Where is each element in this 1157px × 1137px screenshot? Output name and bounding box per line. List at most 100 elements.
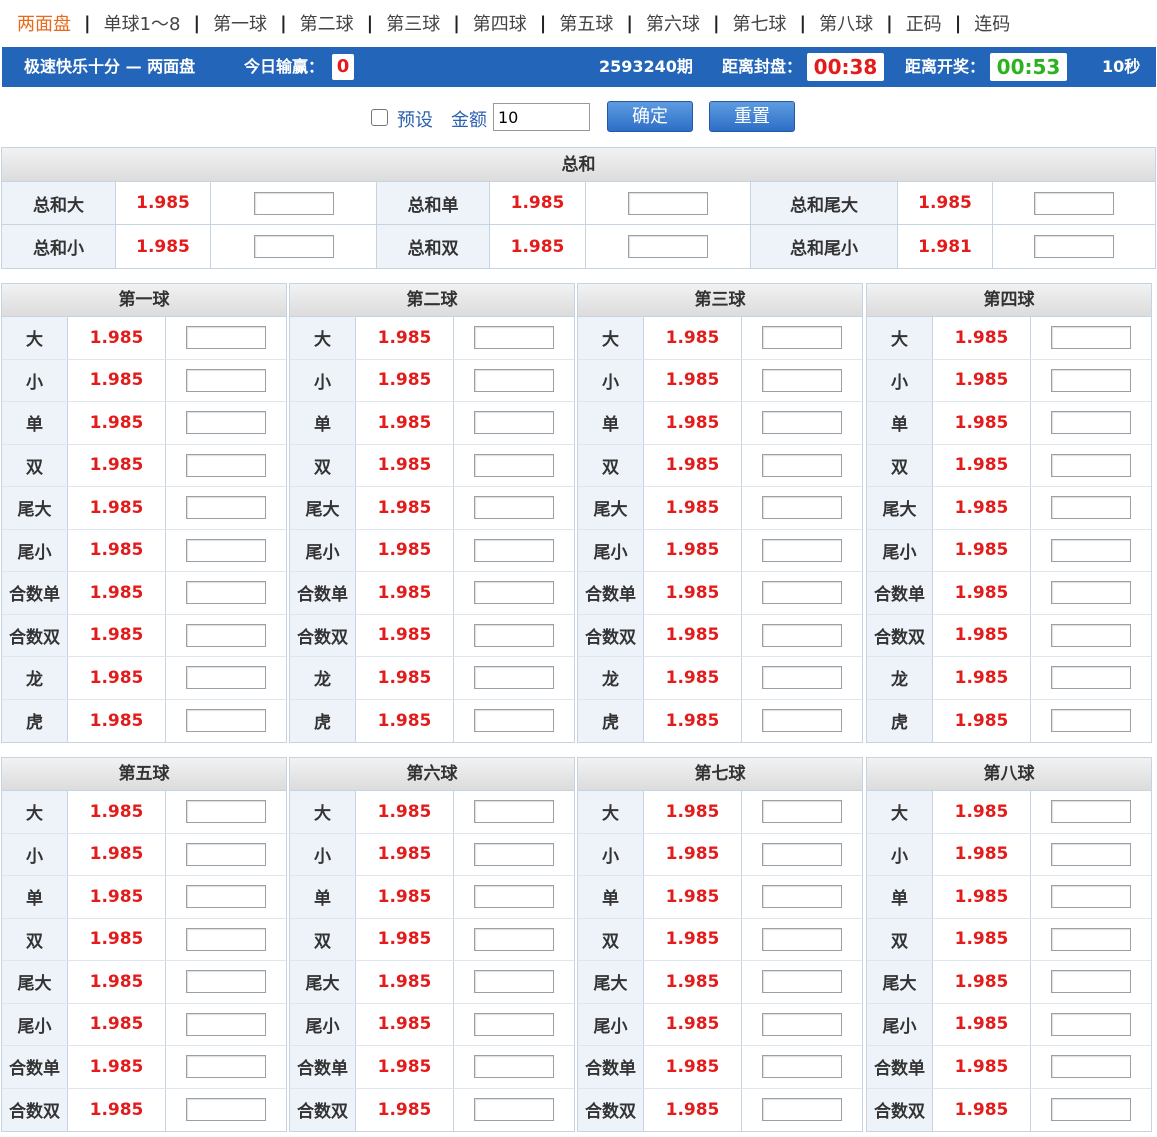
nav-tab[interactable]: 第七球 <box>733 10 787 36</box>
bet-amount-input[interactable] <box>1051 1098 1131 1122</box>
bet-amount-input[interactable] <box>186 1098 266 1122</box>
bet-amount-input[interactable] <box>762 1012 842 1036</box>
bet-amount-input[interactable] <box>186 368 266 392</box>
nav-tab[interactable]: 连码 <box>974 10 1010 36</box>
bet-amount-input[interactable] <box>1051 927 1131 951</box>
bet-amount-input[interactable] <box>1051 885 1131 909</box>
bet-amount-input[interactable] <box>762 666 842 690</box>
bet-amount-input[interactable] <box>762 970 842 994</box>
bet-amount-input[interactable] <box>474 411 554 435</box>
bet-amount-input[interactable] <box>1051 842 1131 866</box>
total-row: 总和大 1.985 总和单 1.985 总和尾大 1.985 <box>2 182 1155 225</box>
bet-amount-input[interactable] <box>762 496 842 520</box>
bet-label: 单 <box>2 402 68 444</box>
bet-label: 小 <box>290 833 356 875</box>
bet-amount-input[interactable] <box>186 970 266 994</box>
nav-tab[interactable]: 第六球 <box>646 10 700 36</box>
bet-amount-input[interactable] <box>474 496 554 520</box>
bet-amount-input[interactable] <box>186 496 266 520</box>
bet-amount-input[interactable] <box>474 1055 554 1079</box>
bet-amount-input[interactable] <box>186 623 266 647</box>
bet-amount-input[interactable] <box>1051 666 1131 690</box>
bet-amount-input[interactable] <box>628 235 708 258</box>
nav-tab[interactable]: 正码 <box>906 10 942 36</box>
bet-amount-input[interactable] <box>1051 1055 1131 1079</box>
bet-amount-input[interactable] <box>1051 368 1131 392</box>
bet-amount-input[interactable] <box>186 842 266 866</box>
refresh-timer[interactable]: 10秒 <box>1102 47 1140 87</box>
nav-tab[interactable]: 第三球 <box>386 10 440 36</box>
bet-amount-input[interactable] <box>1051 538 1131 562</box>
nav-tab[interactable]: 单球1～8 <box>104 10 181 36</box>
bet-amount-input[interactable] <box>186 927 266 951</box>
bet-amount-input[interactable] <box>1051 411 1131 435</box>
confirm-button[interactable]: 确定 <box>607 101 693 132</box>
bet-amount-input[interactable] <box>762 800 842 824</box>
bet-amount-input[interactable] <box>762 581 842 605</box>
bet-amount-input[interactable] <box>1051 800 1131 824</box>
bet-amount-input[interactable] <box>186 453 266 477</box>
bet-amount-input[interactable] <box>1051 623 1131 647</box>
bet-amount-input[interactable] <box>762 411 842 435</box>
bet-amount-input[interactable] <box>1034 235 1114 258</box>
bet-amount-input[interactable] <box>186 326 266 350</box>
bet-amount-input[interactable] <box>474 927 554 951</box>
nav-tab[interactable]: 第五球 <box>559 10 613 36</box>
reset-button[interactable]: 重置 <box>709 101 795 132</box>
odds-value: 1.985 <box>644 487 742 529</box>
bet-amount-input[interactable] <box>762 927 842 951</box>
bet-amount-input[interactable] <box>762 623 842 647</box>
bet-amount-input[interactable] <box>628 191 708 215</box>
bet-amount-input[interactable] <box>762 1055 842 1079</box>
bet-amount-input[interactable] <box>474 885 554 909</box>
bet-amount-input[interactable] <box>186 581 266 605</box>
bet-amount-input[interactable] <box>186 885 266 909</box>
nav-tab[interactable]: 第一球 <box>213 10 267 36</box>
bet-amount-input[interactable] <box>474 1012 554 1036</box>
bet-amount-input[interactable] <box>474 581 554 605</box>
bet-amount-input[interactable] <box>186 709 266 733</box>
bet-amount-input[interactable] <box>1051 326 1131 350</box>
bet-amount-input[interactable] <box>1051 970 1131 994</box>
bet-amount-input[interactable] <box>1051 1012 1131 1036</box>
bet-amount-input[interactable] <box>1051 709 1131 733</box>
bet-amount-input[interactable] <box>762 1098 842 1122</box>
bet-amount-input[interactable] <box>1051 581 1131 605</box>
bet-amount-input[interactable] <box>1034 191 1114 215</box>
bet-amount-input[interactable] <box>186 666 266 690</box>
bet-amount-input[interactable] <box>474 453 554 477</box>
nav-tab[interactable]: 第二球 <box>300 10 354 36</box>
bet-amount-input[interactable] <box>474 709 554 733</box>
preset-label[interactable]: 预设 <box>397 106 433 132</box>
nav-tab[interactable]: 两面盘 <box>17 10 71 36</box>
nav-tab[interactable]: 第四球 <box>473 10 527 36</box>
bet-amount-input[interactable] <box>186 800 266 824</box>
bet-amount-input[interactable] <box>474 970 554 994</box>
bet-amount-input[interactable] <box>474 800 554 824</box>
bet-amount-input[interactable] <box>186 411 266 435</box>
bet-amount-input[interactable] <box>474 1098 554 1122</box>
bet-amount-input[interactable] <box>186 1012 266 1036</box>
bet-amount-input[interactable] <box>253 235 334 258</box>
bet-amount-input[interactable] <box>762 842 842 866</box>
bet-amount-input[interactable] <box>762 368 842 392</box>
bet-amount-input[interactable] <box>474 326 554 350</box>
bet-amount-input[interactable] <box>762 885 842 909</box>
bet-amount-input[interactable] <box>762 453 842 477</box>
bet-amount-input[interactable] <box>1051 496 1131 520</box>
nav-tab[interactable]: 第八球 <box>819 10 873 36</box>
bet-amount-input[interactable] <box>474 666 554 690</box>
preset-checkbox[interactable] <box>371 109 388 126</box>
bet-amount-input[interactable] <box>474 368 554 392</box>
bet-amount-input[interactable] <box>186 1055 266 1079</box>
bet-amount-input[interactable] <box>253 191 334 215</box>
bet-amount-input[interactable] <box>762 709 842 733</box>
bet-amount-input[interactable] <box>474 538 554 562</box>
bet-amount-input[interactable] <box>762 326 842 350</box>
bet-amount-input[interactable] <box>1051 453 1131 477</box>
bet-amount-input[interactable] <box>474 842 554 866</box>
bet-amount-input[interactable] <box>474 623 554 647</box>
bet-amount-input[interactable] <box>186 538 266 562</box>
bet-amount-input[interactable] <box>762 538 842 562</box>
amount-input[interactable] <box>493 103 590 131</box>
